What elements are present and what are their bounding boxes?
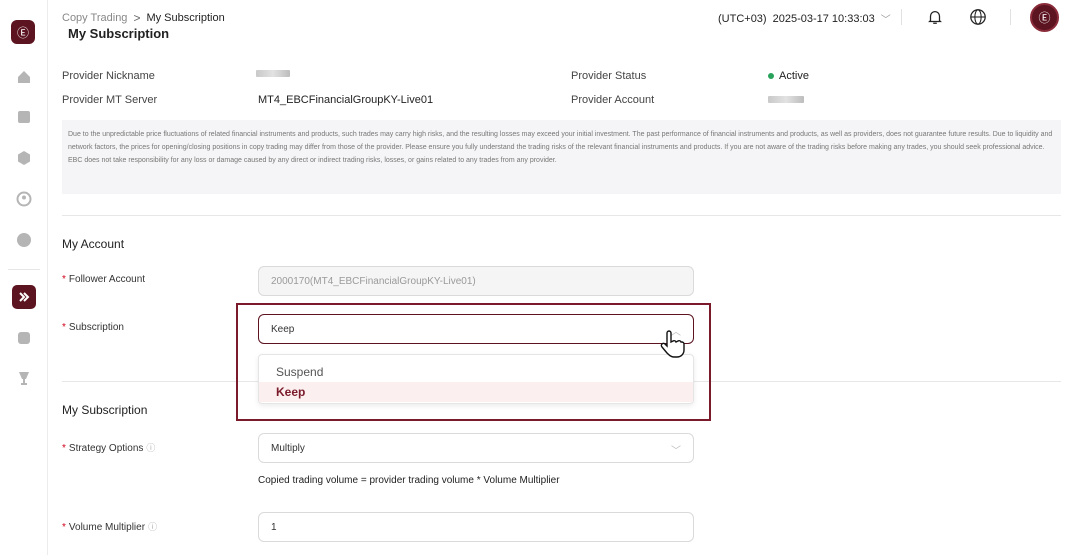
avatar[interactable]: Ⓔ [1030, 3, 1059, 32]
provider-server-value: MT4_EBCFinancialGroupKY-Live01 [258, 94, 434, 106]
timezone-selector[interactable]: (UTC+03) 2025-03-17 10:33:03 ﹀ [718, 11, 891, 27]
provider-status-label: Provider Status [571, 70, 647, 82]
subscription-dropdown-menu: Suspend Keep [258, 354, 694, 404]
document-icon[interactable] [15, 108, 33, 126]
breadcrumb-separator: > [133, 11, 141, 25]
info-icon[interactable]: ⓘ [148, 522, 157, 532]
sidebar-divider [8, 269, 40, 270]
cube-icon[interactable] [15, 149, 33, 167]
follower-account-label: * Follower Account [62, 274, 146, 285]
subscription-option-suspend[interactable]: Suspend [259, 362, 693, 382]
follower-account-field: 2000170(MT4_EBCFinancialGroupKY-Live01) [258, 266, 694, 296]
info-icon[interactable]: ⓘ [146, 443, 155, 453]
provider-account-value [768, 96, 804, 103]
globe-icon[interactable] [967, 6, 989, 28]
breadcrumb-copy-trading[interactable]: Copy Trading [62, 12, 127, 24]
account-icon[interactable] [15, 329, 33, 347]
trophy-icon[interactable] [15, 369, 33, 387]
volume-multiplier-input[interactable]: 1 [258, 512, 694, 542]
provider-status-badge: Active [768, 70, 809, 82]
brand-logo[interactable]: Ⓔ [11, 20, 35, 44]
chevron-down-icon: ﹀ [880, 15, 891, 26]
section-divider [62, 215, 1061, 216]
page-title: My Subscription [68, 26, 170, 41]
hand-cursor-icon [660, 330, 685, 358]
provider-account-label: Provider Account [571, 94, 655, 106]
volume-multiplier-label: * Volume Multiplier ⓘ [62, 522, 158, 533]
home-icon[interactable] [15, 68, 33, 86]
strategy-options-select[interactable]: Multiply ﹀ [258, 433, 694, 463]
chevron-down-icon: ﹀ [671, 446, 681, 457]
strategy-selected-value: Multiply [271, 442, 305, 454]
main-content: My Subscription Provider Nickname Provid… [62, 26, 1061, 555]
topbar-divider [1010, 9, 1011, 25]
risk-disclaimer: Due to the unpredictable price fluctuati… [62, 120, 1061, 194]
top-bar: Copy Trading > My Subscription (UTC+03) … [48, 0, 1066, 36]
provider-nickname-value [256, 70, 290, 77]
subscription-label: * Subscription [62, 322, 124, 333]
strategy-options-label: * Strategy Options ⓘ [62, 443, 156, 454]
breadcrumb: Copy Trading > My Subscription [62, 11, 225, 25]
subscription-option-keep[interactable]: Keep [259, 382, 693, 402]
timezone-label: (UTC+03) [718, 12, 767, 25]
sidebar: Ⓔ [0, 0, 48, 555]
copy-trading-icon[interactable] [12, 285, 36, 309]
bell-icon[interactable] [924, 6, 946, 28]
topbar-divider [901, 9, 902, 25]
help-icon[interactable] [15, 231, 33, 249]
strategy-hint: Copied trading volume = provider trading… [258, 475, 560, 486]
breadcrumb-current: My Subscription [146, 12, 225, 24]
my-subscription-title: My Subscription [62, 403, 148, 417]
user-icon[interactable] [15, 190, 33, 208]
datetime-label: 2025-03-17 10:33:03 [772, 12, 875, 25]
provider-nickname-label: Provider Nickname [62, 70, 155, 82]
status-dot [768, 73, 774, 80]
my-account-title: My Account [62, 237, 125, 251]
provider-server-label: Provider MT Server [62, 94, 158, 106]
